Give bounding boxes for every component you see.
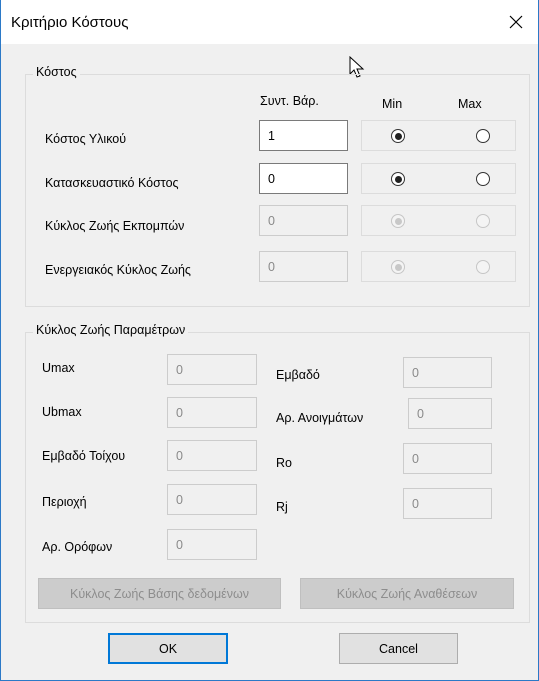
floors-count-input	[167, 529, 257, 560]
region-label: Περιοχή	[42, 495, 87, 509]
emissions-lifecycle-minmax-group	[361, 205, 516, 236]
energy-lifecycle-min-radio	[391, 260, 405, 274]
assignments-lifecycle-button: Κύκλος Ζωής Αναθέσεων	[300, 578, 514, 609]
emissions-lifecycle-weight-input	[259, 205, 348, 236]
area-label: Εμβαδό	[276, 368, 320, 382]
ubmax-input	[167, 397, 257, 428]
emissions-lifecycle-label: Κύκλος Ζωής Εκπομπών	[45, 219, 185, 233]
construction-cost-weight-input[interactable]	[259, 163, 348, 194]
emissions-lifecycle-max-radio	[476, 214, 490, 228]
lifecycle-parameters-group-title: Κύκλος Ζωής Παραμέτρων	[33, 323, 189, 337]
ro-input	[403, 443, 492, 474]
dialog-title: Κριτήριο Κόστους	[11, 14, 129, 31]
cost-criterion-dialog: Κριτήριο Κόστους Κόστος Συντ. Βάρ. Min M…	[0, 0, 539, 681]
energy-lifecycle-label: Ενεργειακός Κύκλος Ζωής	[45, 263, 191, 277]
min-column-header: Min	[382, 97, 403, 111]
area-input	[403, 357, 492, 388]
openings-count-label: Αρ. Ανοιγμάτων	[276, 411, 364, 425]
cancel-button[interactable]: Cancel	[339, 633, 458, 664]
energy-lifecycle-max-radio	[476, 260, 490, 274]
material-cost-max-radio[interactable]	[476, 129, 490, 143]
material-cost-min-radio[interactable]	[391, 129, 405, 143]
construction-cost-min-radio[interactable]	[391, 172, 405, 186]
wall-area-label: Εμβαδό Τοίχου	[42, 449, 126, 463]
rj-input	[403, 488, 492, 519]
rj-label: Rj	[276, 500, 288, 514]
material-cost-weight-input[interactable]	[259, 120, 348, 151]
database-lifecycle-button: Κύκλος Ζωής Βάσης δεδομένων	[38, 578, 281, 609]
material-cost-minmax-group	[361, 120, 516, 151]
floors-count-label: Αρ. Ορόφων	[42, 540, 113, 554]
close-button[interactable]	[494, 0, 538, 44]
energy-lifecycle-weight-input	[259, 251, 348, 282]
openings-count-input	[408, 398, 492, 429]
emissions-lifecycle-min-radio	[391, 214, 405, 228]
region-input	[167, 484, 257, 515]
ok-button[interactable]: OK	[108, 633, 228, 664]
material-cost-label: Κόστος Υλικού	[45, 132, 127, 146]
umax-input	[167, 354, 257, 385]
ro-label: Ro	[276, 456, 292, 470]
weight-column-header: Συντ. Βάρ.	[260, 94, 319, 108]
energy-lifecycle-minmax-group	[361, 251, 516, 282]
construction-cost-minmax-group	[361, 163, 516, 194]
close-icon	[509, 15, 523, 29]
cost-group-title: Κόστος	[33, 65, 80, 79]
ubmax-label: Ubmax	[42, 405, 82, 419]
construction-cost-max-radio[interactable]	[476, 172, 490, 186]
umax-label: Umax	[42, 361, 75, 375]
max-column-header: Max	[458, 97, 482, 111]
title-bar: Κριτήριο Κόστους	[1, 0, 538, 44]
construction-cost-label: Κατασκευαστικό Κόστος	[45, 176, 179, 190]
wall-area-input	[167, 440, 257, 471]
